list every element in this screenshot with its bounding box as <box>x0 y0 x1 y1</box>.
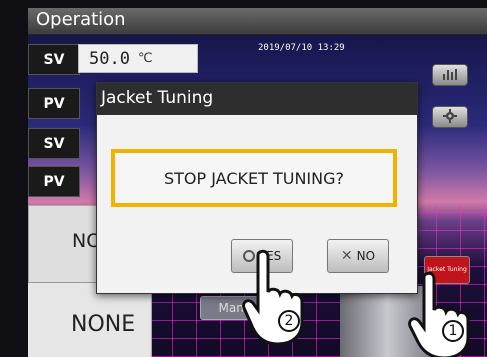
setpoint-unit: ℃ <box>137 51 153 66</box>
chart-button[interactable] <box>432 64 468 86</box>
pointing-hand-icon <box>242 249 304 346</box>
tab-pv-2[interactable]: PV <box>28 166 80 197</box>
no-label: NO <box>356 249 376 263</box>
dialog-message: STOP JACKET TUNING? <box>163 168 345 188</box>
hmi-screen: Operation SV PV SV PV 50.0 ℃ 2019/07/10 … <box>0 0 487 357</box>
tab-sv-2[interactable]: SV <box>28 128 80 159</box>
gear-icon <box>443 108 457 126</box>
step-2-badge: 2 <box>278 310 300 332</box>
close-icon: ✕ <box>340 248 353 264</box>
datetime-display: 2019/07/10 13:29 <box>258 43 345 53</box>
pointing-hand-icon-2 <box>408 271 470 357</box>
tab-pv[interactable]: PV <box>28 88 80 119</box>
dialog-title: Jacket Tuning <box>101 88 214 108</box>
mode-bottom-label[interactable]: NONE <box>71 312 135 337</box>
operation-title: Operation <box>36 9 126 30</box>
no-button[interactable]: ✕ NO <box>327 239 389 273</box>
operation-header: Operation <box>28 8 487 35</box>
setpoint-value: 50.0 <box>89 48 130 69</box>
tab-sv[interactable]: SV <box>28 44 80 75</box>
step-1-badge: 1 <box>442 320 464 342</box>
settings-button[interactable] <box>432 106 468 128</box>
bar-chart-icon <box>442 68 458 83</box>
dialog-message-box: STOP JACKET TUNING? <box>111 149 397 207</box>
dialog-header: Jacket Tuning <box>97 83 417 115</box>
setpoint-value-field[interactable]: 50.0 ℃ <box>78 44 198 73</box>
